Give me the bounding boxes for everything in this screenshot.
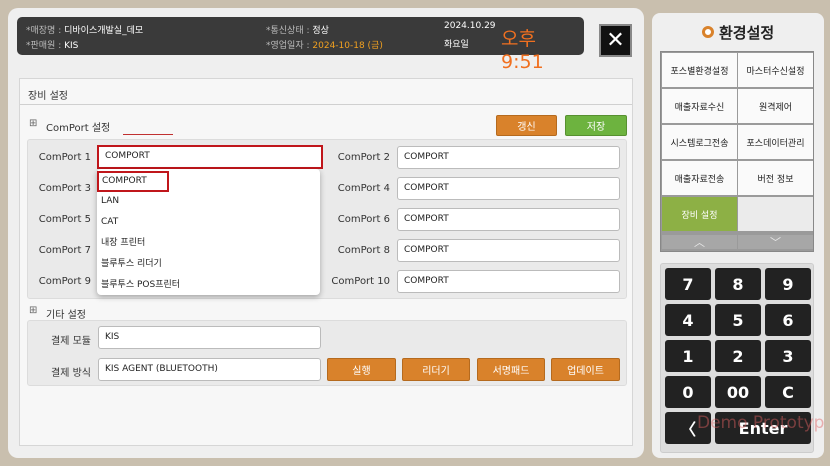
dropdown-option[interactable]: CAT [101,213,118,231]
payment-method-field[interactable]: KIS AGENT (BLUETOOTH) [98,358,321,381]
seller-label: *판매원 : [26,41,62,51]
store-label: *매장명 : [26,26,62,36]
close-button[interactable]: ✕ [599,24,632,57]
comport-section-title: ComPort 설정 [46,123,111,134]
demo-watermark: Demo Prototype [697,413,825,433]
dropdown-option[interactable]: LAN [101,192,119,210]
menu-sales-receive[interactable]: 매출자료수신 [662,89,737,123]
status-header: *매장명 : 디바이스개발실_데모 *판매원 : KIS *통신상태 : 정상 … [17,17,584,73]
comport-label: ComPort 2 [337,152,390,163]
reader-button[interactable]: 리더기 [402,358,470,381]
settings-title: 환경설정 [719,24,775,42]
seller-value: KIS [64,41,79,51]
menu-master-receive[interactable]: 마스터수신설정 [738,53,813,87]
menu-version-info[interactable]: 버전 정보 [738,161,813,195]
chevron-left-icon: 〈 [679,420,696,439]
title-underline [123,134,173,135]
other-section-title: 기타 설정 [46,310,86,321]
payment-module-field[interactable]: KIS [98,326,321,349]
key-2[interactable]: 2 [715,340,761,372]
menu-remote-control[interactable]: 원격제어 [738,89,813,123]
comport-label: ComPort 6 [337,214,390,225]
comport-select[interactable]: COMPORT [397,270,620,293]
menu-pos-settings[interactable]: 포스별환경설정 [662,53,737,87]
current-date: 2024.10.29 [444,21,496,31]
chevron-down-icon: ﹀ [770,236,781,249]
payment-method-label: 결제 방식 [51,368,91,379]
dropdown-option[interactable]: 블루투스 리더기 [101,255,162,273]
menu-empty [738,197,813,231]
comport-label: ComPort 1 [38,152,91,163]
menu-pos-data[interactable]: 포스데이터관리 [738,125,813,159]
store-info: *매장명 : 디바이스개발실_데모 [26,23,143,36]
comm-value: 정상 [312,26,329,36]
comm-status: *통신상태 : 정상 [266,23,329,36]
other-toggle-icon[interactable]: ⊞ [29,305,37,316]
key-9[interactable]: 9 [765,268,811,300]
seller-info: *판매원 : KIS [26,38,78,51]
menu-system-log[interactable]: 시스템로그전송 [662,125,737,159]
comport-select[interactable]: COMPORT [397,177,620,200]
comport-label: ComPort 5 [38,214,91,225]
dropdown-option[interactable]: 블루투스 POS프린터 [101,276,180,294]
comm-label: *통신상태 : [266,26,310,36]
dropdown-option[interactable]: COMPORT [97,171,169,192]
key-7[interactable]: 7 [665,268,711,300]
comport-select[interactable]: COMPORT [397,208,620,231]
key-1[interactable]: 1 [665,340,711,372]
dropdown-option[interactable]: 내장 프린터 [101,234,145,252]
current-time: 오후 9:51 [501,28,544,73]
comport-select[interactable]: COMPORT [397,146,620,169]
key-6[interactable]: 6 [765,304,811,336]
key-0[interactable]: 0 [665,376,711,408]
comport-label: ComPort 3 [38,183,91,194]
comport-label: ComPort 8 [337,245,390,256]
current-weekday: 화요일 [444,40,469,50]
comport-label: ComPort 9 [38,276,91,287]
comport-dropdown: COMPORT LAN CAT 내장 프린터 블루투스 리더기 블루투스 POS… [97,169,320,295]
title-divider [20,104,632,105]
settings-dot-icon [702,26,714,38]
menu-down-button[interactable]: ﹀ [738,235,813,249]
bizdate-value: 2024-10-18 (금) [312,41,383,51]
key-4[interactable]: 4 [665,304,711,336]
key-00[interactable]: 00 [715,376,761,408]
comport-label: ComPort 7 [38,245,91,256]
chevron-up-icon: ︿ [694,236,705,249]
device-settings-title: 장비 설정 [28,91,68,102]
close-icon: ✕ [606,27,625,53]
key-clear[interactable]: C [765,376,811,408]
key-3[interactable]: 3 [765,340,811,372]
bizdate-label: *영업일자 : [266,41,310,51]
refresh-button[interactable]: 갱신 [496,115,557,136]
key-5[interactable]: 5 [715,304,761,336]
save-button[interactable]: 저장 [565,115,627,136]
business-date: *영업일자 : 2024-10-18 (금) [266,38,383,51]
menu-device-settings[interactable]: 장비 설정 [662,197,737,231]
key-8[interactable]: 8 [715,268,761,300]
menu-sales-send[interactable]: 매출자료전송 [662,161,737,195]
menu-up-button[interactable]: ︿ [662,235,737,249]
payment-module-label: 결제 모듈 [51,336,91,347]
comport-select[interactable]: COMPORT [397,239,620,262]
signpad-button[interactable]: 서명패드 [477,358,545,381]
run-button[interactable]: 실행 [327,358,396,381]
store-value: 디바이스개발실_데모 [64,26,144,36]
settings-menu: 포스별환경설정 마스터수신설정 매출자료수신 원격제어 시스템로그전송 포스데이… [660,51,814,252]
comport-toggle-icon[interactable]: ⊞ [29,118,37,129]
comport-select[interactable]: COMPORT [97,145,323,169]
comport-label: ComPort 10 [331,276,390,287]
update-button[interactable]: 업데이트 [551,358,620,381]
comport-label: ComPort 4 [337,183,390,194]
